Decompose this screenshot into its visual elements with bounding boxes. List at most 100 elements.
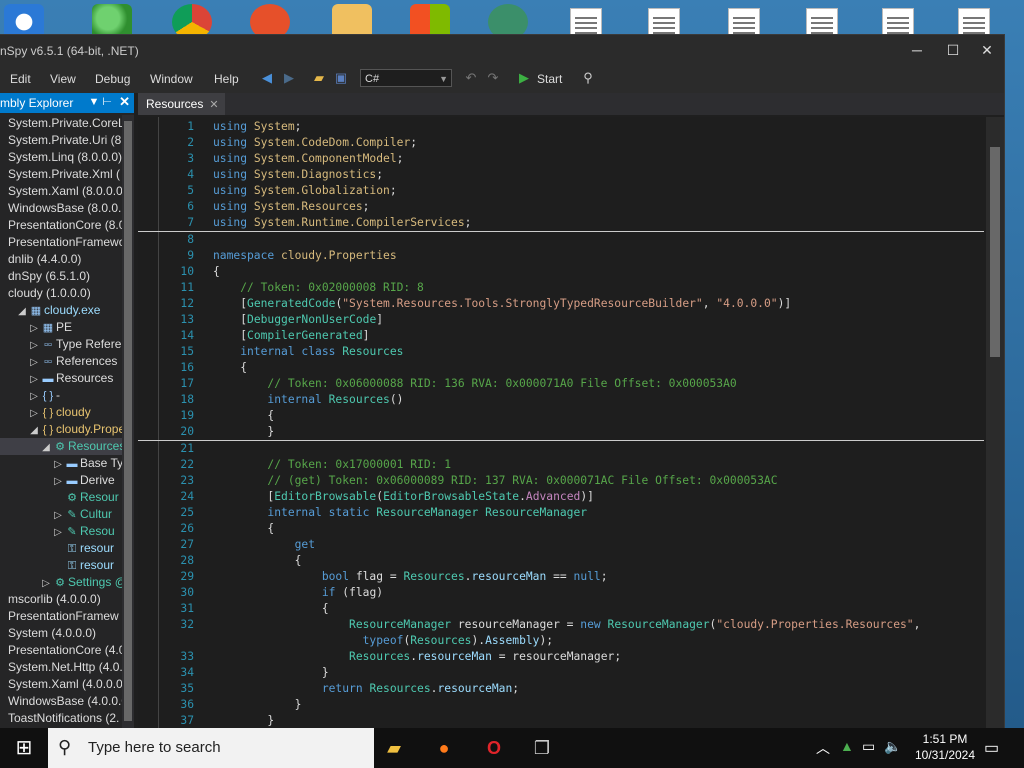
- tree-node[interactable]: ⚿ resour: [0, 540, 122, 557]
- tree-node[interactable]: ▷ ▦ PE: [0, 319, 122, 336]
- pin-icon[interactable]: ▼ ⊢: [88, 95, 112, 108]
- tree-node[interactable]: System.Xaml (8.0.0.0): [0, 183, 122, 200]
- network-icon[interactable]: ▭: [862, 738, 875, 755]
- code-token: Assembly: [485, 634, 540, 647]
- tree-node[interactable]: ▷ ▬ Derive: [0, 472, 122, 489]
- tree-node[interactable]: System.Private.CoreL: [0, 115, 122, 132]
- tree-node[interactable]: System.Private.Uri (8.: [0, 132, 122, 149]
- expander-icon[interactable]: ▷: [52, 524, 64, 540]
- tree-node[interactable]: ▷ ✎ Resou: [0, 523, 122, 540]
- tree-node[interactable]: WindowsBase (4.0.0.0: [0, 693, 122, 710]
- tree-node[interactable]: ◢ ⚙ Resources: [0, 438, 122, 455]
- open-folder-icon[interactable]: ▰: [311, 70, 327, 86]
- file-explorer-icon[interactable]: ▰: [380, 734, 408, 762]
- minimize-button[interactable]: ─: [900, 35, 934, 65]
- tree-node[interactable]: PresentationFramew: [0, 608, 122, 625]
- code-line: typeof(Resources).Assembly);: [138, 633, 984, 649]
- search-icon[interactable]: ⚲: [580, 70, 596, 86]
- line-number: 18: [180, 393, 194, 406]
- tree-node[interactable]: System.Linq (8.0.0.0): [0, 149, 122, 166]
- language-select[interactable]: C# ▼: [360, 69, 452, 87]
- notification-icon[interactable]: ▭: [984, 738, 999, 758]
- tab-close-icon[interactable]: ✕: [209, 99, 218, 111]
- expander-icon[interactable]: ▷: [28, 388, 40, 404]
- volume-icon[interactable]: 🔈: [884, 738, 901, 755]
- user-icon[interactable]: ▲: [840, 738, 854, 754]
- tree-node[interactable]: ▷ ✎ Cultur: [0, 506, 122, 523]
- forward-icon[interactable]: ▶: [281, 70, 297, 86]
- scroll-thumb[interactable]: [990, 147, 1000, 357]
- expander-icon[interactable]: ▷: [28, 320, 40, 336]
- redo-icon[interactable]: ↷: [485, 70, 501, 86]
- code-token: flag =: [355, 570, 404, 583]
- code-line: 31 {: [138, 601, 984, 617]
- tree-node[interactable]: System (4.0.0.0): [0, 625, 122, 642]
- explorer-scrollbar[interactable]: [122, 115, 134, 729]
- undo-icon[interactable]: ↶: [463, 70, 479, 86]
- tree-node[interactable]: ⚙ Resour: [0, 489, 122, 506]
- tree-node[interactable]: ▷ ⚙ Settings @: [0, 574, 122, 591]
- tree-node[interactable]: PresentationFramewo: [0, 234, 122, 251]
- code-token: using: [213, 120, 254, 133]
- tree-node[interactable]: PresentationCore (4.0: [0, 642, 122, 659]
- expander-icon[interactable]: ▷: [52, 473, 64, 489]
- code-text: if (flag): [213, 585, 383, 601]
- play-icon[interactable]: ▶: [516, 70, 532, 86]
- clock[interactable]: 1:51 PM 10/31/2024: [910, 731, 980, 763]
- expander-icon[interactable]: ◢: [40, 439, 52, 455]
- menu-edit[interactable]: Edit: [10, 72, 31, 86]
- explorer-close-icon[interactable]: ✕: [119, 94, 130, 110]
- tab-resources[interactable]: Resources ✕: [138, 93, 225, 115]
- menu-window[interactable]: Window: [150, 72, 193, 86]
- tree-node[interactable]: ▷ ▫▫ Type Referenc: [0, 336, 122, 353]
- code-editor[interactable]: 1 using System; 2 using System.CodeDom.Comp…: [138, 117, 1004, 729]
- task-view-icon[interactable]: ❐: [528, 734, 556, 762]
- tree-node[interactable]: cloudy (1.0.0.0): [0, 285, 122, 302]
- expander-icon[interactable]: ▷: [28, 337, 40, 353]
- start-button[interactable]: Start: [537, 72, 562, 86]
- tree-node[interactable]: ▷ ▫▫ References: [0, 353, 122, 370]
- expander-icon[interactable]: ◢: [16, 303, 28, 319]
- close-button[interactable]: ✕: [970, 35, 1004, 65]
- tree-node[interactable]: WindowsBase (8.0.0.: [0, 200, 122, 217]
- tree-node[interactable]: ▷{ } cloudy: [0, 404, 122, 421]
- tree-node[interactable]: System.Xaml (4.0.0.0): [0, 676, 122, 693]
- expander-icon[interactable]: ▷: [28, 405, 40, 421]
- windows-start-icon[interactable]: ⊞: [10, 734, 38, 762]
- tree-node[interactable]: ◢{ } cloudy.Proper: [0, 421, 122, 438]
- tree-node[interactable]: dnlib (4.4.0.0): [0, 251, 122, 268]
- tree-node[interactable]: ToastNotifications (2.: [0, 710, 122, 727]
- chevron-up-icon[interactable]: ︿: [816, 738, 830, 758]
- tree-node[interactable]: ⚿ resour: [0, 557, 122, 574]
- tree-node[interactable]: ◢ ▦ cloudy.exe: [0, 302, 122, 319]
- code-line: 2 using System.CodeDom.Compiler;: [138, 135, 984, 151]
- expander-icon[interactable]: ▷: [52, 456, 64, 472]
- expander-icon[interactable]: ▷: [28, 371, 40, 387]
- tree-node[interactable]: ▷ ▬ Resources: [0, 370, 122, 387]
- tree-node[interactable]: dnSpy (6.5.1.0): [0, 268, 122, 285]
- maximize-button[interactable]: ☐: [936, 35, 970, 65]
- expander-icon[interactable]: ▷: [28, 354, 40, 370]
- editor-scrollbar[interactable]: [986, 117, 1004, 729]
- scroll-thumb[interactable]: [124, 121, 132, 721]
- tree-node[interactable]: PresentationCore (8.0: [0, 217, 122, 234]
- menu-help[interactable]: Help: [214, 72, 239, 86]
- explorer-title: mbly Explorer: [0, 96, 74, 110]
- code-view[interactable]: 1 using System; 2 using System.CodeDom.Comp…: [138, 119, 984, 729]
- tree-node-label: cloudy.exe: [44, 303, 101, 317]
- back-icon[interactable]: ◀: [259, 70, 275, 86]
- expander-icon[interactable]: ▷: [52, 507, 64, 523]
- opera-icon[interactable]: O: [480, 734, 508, 762]
- menu-view[interactable]: View: [50, 72, 76, 86]
- tree-node[interactable]: System.Private.Xml (: [0, 166, 122, 183]
- firefox-icon[interactable]: ●: [430, 734, 458, 762]
- menu-debug[interactable]: Debug: [95, 72, 130, 86]
- tree-node[interactable]: ▷ ▬ Base Ty: [0, 455, 122, 472]
- tree-node[interactable]: mscorlib (4.0.0.0): [0, 591, 122, 608]
- tree-node[interactable]: System.Net.Http (4.0.: [0, 659, 122, 676]
- expander-icon[interactable]: ◢: [28, 422, 40, 438]
- search-box[interactable]: ⚲ Type here to search: [48, 728, 374, 768]
- expander-icon[interactable]: ▷: [40, 575, 52, 591]
- save-icon[interactable]: ▣: [333, 70, 349, 86]
- tree-node[interactable]: ▷{ } -: [0, 387, 122, 404]
